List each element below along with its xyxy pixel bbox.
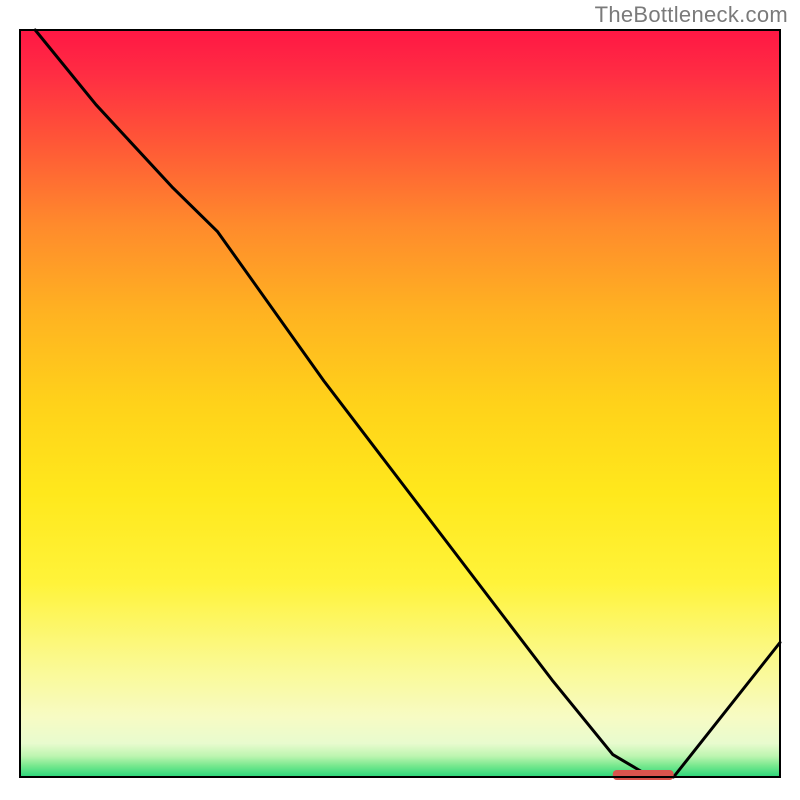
chart-container: TheBottleneck.com (0, 0, 800, 800)
chart-svg (0, 0, 800, 800)
plot-background (20, 30, 780, 777)
minimum-marker (613, 770, 674, 780)
